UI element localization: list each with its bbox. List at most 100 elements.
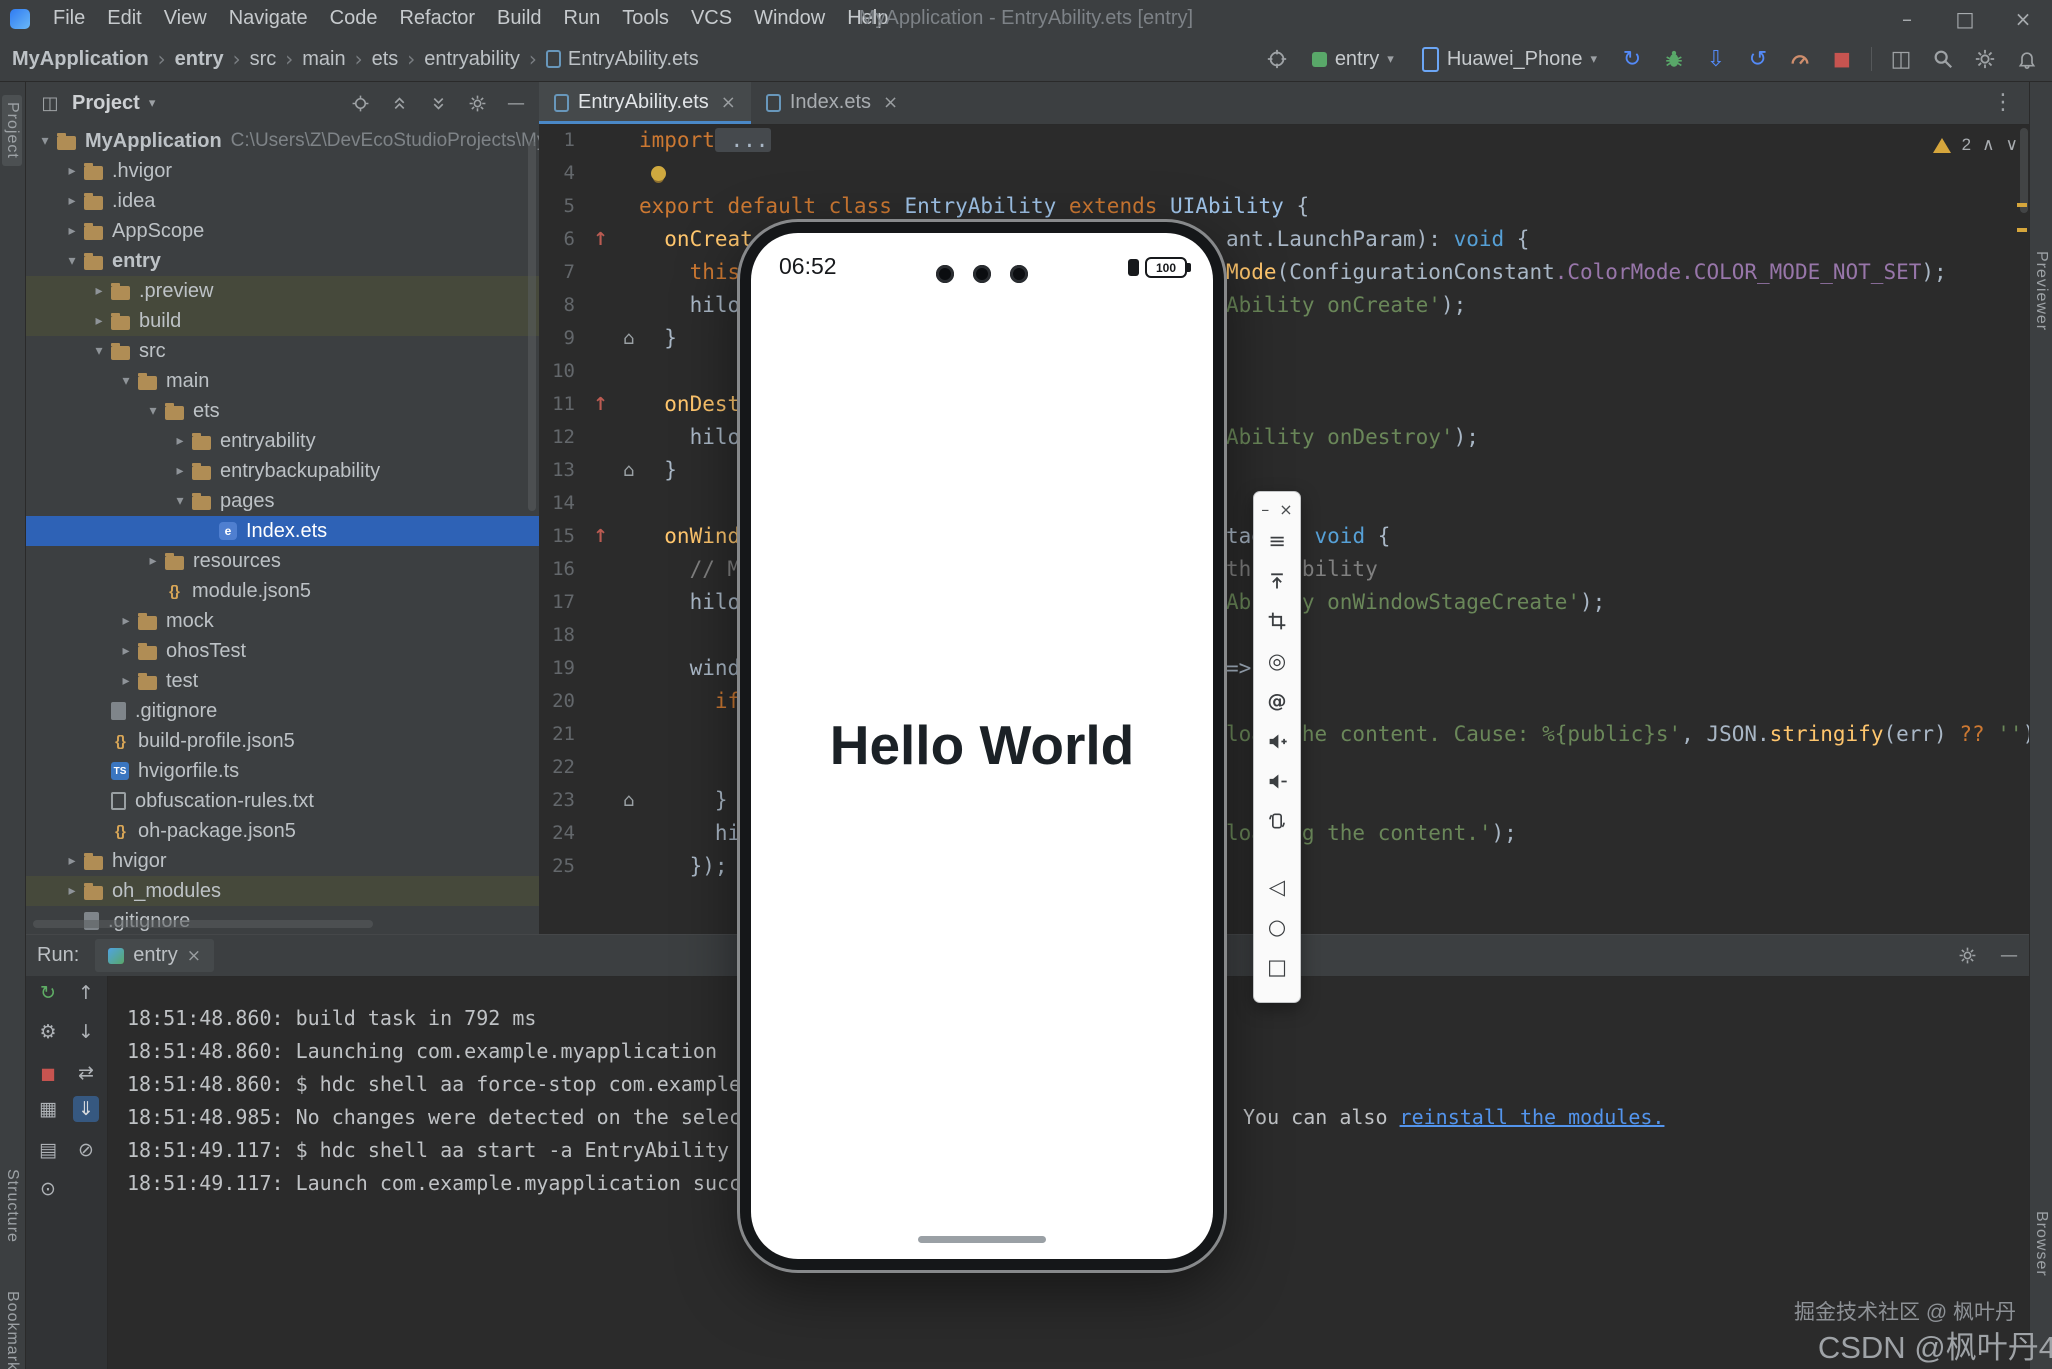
recents-icon[interactable]: □ bbox=[1261, 947, 1293, 987]
module-select[interactable]: entry ▾ bbox=[1306, 45, 1400, 74]
tree-item-ets[interactable]: ▾ ets bbox=[25, 396, 539, 426]
hide-panel-icon[interactable]: — bbox=[2000, 945, 2018, 966]
stop-icon[interactable]: ■ bbox=[35, 1060, 61, 1086]
menu-vcs[interactable]: VCS bbox=[680, 7, 743, 30]
menu-build[interactable]: Build bbox=[486, 7, 552, 30]
layout-icon[interactable]: ▦ bbox=[35, 1096, 61, 1122]
chevron-closed-icon[interactable]: ▸ bbox=[89, 313, 109, 329]
code-line-5[interactable]: 5 export default class EntryAbility exten… bbox=[539, 190, 2030, 223]
minimize-button[interactable]: – bbox=[1878, 7, 1936, 31]
locate-icon[interactable]: @ bbox=[1261, 681, 1293, 721]
device-select[interactable]: Huawei_Phone ▾ bbox=[1416, 44, 1603, 75]
close-icon[interactable]: × bbox=[883, 92, 898, 113]
tree-item--gitignore[interactable]: .gitignore bbox=[25, 696, 539, 726]
tool-stripe-project[interactable]: Project bbox=[2, 95, 22, 166]
close-icon[interactable]: × bbox=[1279, 500, 1292, 519]
tree-item-module-json5[interactable]: module.json5 bbox=[25, 576, 539, 606]
volume-down-icon[interactable] bbox=[1261, 761, 1293, 801]
breadcrumb-item[interactable]: EntryAbility.ets bbox=[545, 48, 699, 71]
warning-stripe-mark[interactable] bbox=[2017, 228, 2027, 232]
home-icon[interactable]: ○ bbox=[1261, 907, 1293, 947]
softwrap-icon[interactable]: ⇄ bbox=[73, 1060, 99, 1086]
close-button[interactable]: × bbox=[1994, 7, 2052, 31]
emulator-toolbar[interactable]: – × ≡ ◎ @ ◁ ○ □ bbox=[1253, 491, 1301, 1003]
settings-icon[interactable] bbox=[1972, 46, 1998, 72]
hide-panel-icon[interactable]: — bbox=[505, 93, 527, 115]
tree-vertical-scrollbar[interactable] bbox=[528, 141, 536, 511]
chevron-closed-icon[interactable]: ▸ bbox=[116, 643, 136, 659]
tree-item-mock[interactable]: ▸ mock bbox=[25, 606, 539, 636]
chevron-open-icon[interactable]: ▾ bbox=[143, 403, 163, 419]
chevron-closed-icon[interactable]: ▸ bbox=[89, 283, 109, 299]
tree-item-hvigorfile-ts[interactable]: hvigorfile.ts bbox=[25, 756, 539, 786]
menu-code[interactable]: Code bbox=[319, 7, 389, 30]
phone-screen[interactable]: 06:52 100 Hello World bbox=[751, 233, 1213, 1259]
install-icon[interactable]: ⇩ bbox=[1703, 46, 1729, 72]
tree-item--hvigor[interactable]: ▸ .hvigor bbox=[25, 156, 539, 186]
tree-item-oh-modules[interactable]: ▸ oh_modules bbox=[25, 876, 539, 906]
tree-item-entrybackupability[interactable]: ▸ entrybackupability bbox=[25, 456, 539, 486]
tree-item-hvigor[interactable]: ▸ hvigor bbox=[25, 846, 539, 876]
breadcrumb-item[interactable]: entry bbox=[175, 48, 224, 71]
menu-help[interactable]: Help bbox=[836, 7, 899, 30]
crop-icon[interactable] bbox=[1261, 601, 1293, 641]
project-panel-title[interactable]: Project bbox=[72, 92, 140, 115]
chevron-closed-icon[interactable]: ▸ bbox=[170, 463, 190, 479]
tree-item-index-ets[interactable]: Index.ets bbox=[25, 516, 539, 546]
clear-icon[interactable]: ⊘ bbox=[73, 1137, 99, 1163]
menu-window[interactable]: Window bbox=[743, 7, 836, 30]
tree-item-pages[interactable]: ▾ pages bbox=[25, 486, 539, 516]
tree-item--idea[interactable]: ▸ .idea bbox=[25, 186, 539, 216]
locate-file-icon[interactable] bbox=[349, 93, 371, 115]
code-line-1[interactable]: 1 import ... bbox=[539, 124, 2030, 157]
down-stack-icon[interactable]: ↓ bbox=[73, 1019, 99, 1045]
chevron-open-icon[interactable]: ▾ bbox=[170, 493, 190, 509]
menu-navigate[interactable]: Navigate bbox=[218, 7, 319, 30]
code-line-4[interactable]: 4 bbox=[539, 157, 2030, 190]
breadcrumb-item[interactable]: MyApplication bbox=[12, 48, 149, 71]
tree-item-appscope[interactable]: ▸ AppScope bbox=[25, 216, 539, 246]
record-icon[interactable]: ◎ bbox=[1261, 641, 1293, 681]
tree-item-build-profile-json5[interactable]: build-profile.json5 bbox=[25, 726, 539, 756]
tool-stripe-previewer[interactable]: Previewer bbox=[2032, 251, 2050, 331]
chevron-closed-icon[interactable]: ▸ bbox=[62, 883, 82, 899]
tree-item-resources[interactable]: ▸ resources bbox=[25, 546, 539, 576]
chevron-open-icon[interactable]: ▾ bbox=[89, 343, 109, 359]
tree-item-test[interactable]: ▸ test bbox=[25, 666, 539, 696]
build-settings-icon[interactable]: ⚙ bbox=[35, 1019, 61, 1045]
tree-item-main[interactable]: ▾ main bbox=[25, 366, 539, 396]
tree-item-entry[interactable]: ▾ entry bbox=[25, 246, 539, 276]
expand-all-icon[interactable] bbox=[388, 93, 410, 115]
search-icon[interactable] bbox=[1930, 46, 1956, 72]
tree-item-build[interactable]: ▸ build bbox=[25, 306, 539, 336]
menu-edit[interactable]: Edit bbox=[96, 7, 152, 30]
prev-problem-icon[interactable]: ∧ bbox=[1982, 135, 1994, 155]
editor-scrollbar[interactable] bbox=[2020, 128, 2028, 213]
tree-item-obfuscation-rules-txt[interactable]: obfuscation-rules.txt bbox=[25, 786, 539, 816]
warning-stripe-mark[interactable] bbox=[2017, 203, 2027, 207]
tab-entryability-ets[interactable]: EntryAbility.ets × bbox=[539, 81, 751, 124]
tool-windows-icon[interactable]: ◫ bbox=[1888, 46, 1914, 72]
minimize-icon[interactable]: – bbox=[1261, 500, 1269, 519]
up-stack-icon[interactable]: ↑ bbox=[73, 980, 99, 1006]
tree-item-oh-package-json5[interactable]: oh-package.json5 bbox=[25, 816, 539, 846]
back-icon[interactable]: ◁ bbox=[1261, 867, 1293, 907]
run-settings-icon[interactable] bbox=[1954, 943, 1980, 969]
tree-horizontal-scrollbar[interactable] bbox=[33, 920, 373, 928]
rerun-icon[interactable]: ↻ bbox=[35, 980, 61, 1006]
menu-icon[interactable]: ≡ bbox=[1261, 521, 1293, 561]
chevron-closed-icon[interactable]: ▸ bbox=[116, 613, 136, 629]
breadcrumb-item[interactable]: main bbox=[302, 48, 345, 71]
menu-view[interactable]: View bbox=[153, 7, 218, 30]
rotate-icon[interactable] bbox=[1261, 801, 1293, 841]
tool-stripe-structure[interactable]: Structure bbox=[3, 1169, 21, 1243]
menu-file[interactable]: File bbox=[42, 7, 96, 30]
breadcrumb-item[interactable]: src bbox=[250, 48, 277, 71]
maximize-button[interactable]: □ bbox=[1936, 7, 1994, 31]
chevron-open-icon[interactable]: ▾ bbox=[116, 373, 136, 389]
tree-item--preview[interactable]: ▸ .preview bbox=[25, 276, 539, 306]
tree-item-ohostest[interactable]: ▸ ohosTest bbox=[25, 636, 539, 666]
stop-icon[interactable]: ■ bbox=[1829, 46, 1855, 72]
panel-settings-icon[interactable] bbox=[466, 93, 488, 115]
close-icon[interactable]: × bbox=[721, 92, 736, 113]
